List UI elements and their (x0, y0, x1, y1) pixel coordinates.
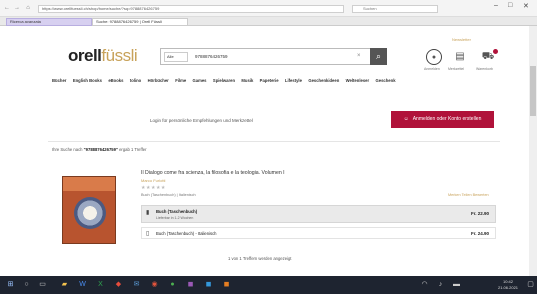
offer-type: Buch (Taschenbuch) (156, 209, 198, 214)
scrollbar-thumb[interactable] (530, 66, 536, 116)
app-icon[interactable]: ◼ (204, 280, 213, 289)
rating-stars: ★★★★★ (141, 185, 166, 191)
scrollbar[interactable] (529, 26, 537, 276)
home-icon[interactable]: ⌂ (24, 4, 32, 12)
nav-item[interactable]: Papeterie (260, 78, 279, 83)
browser-search-field[interactable]: Suchen (352, 5, 438, 13)
nav-item[interactable]: Weltenleser (346, 78, 369, 83)
nav-item[interactable]: Lifestyle (285, 78, 302, 83)
results-summary: Ihre Suche nach "9788876426759" ergab 1 … (52, 147, 147, 152)
newsletter-link[interactable]: Newsletter (452, 37, 471, 42)
offer-price: Fr. 22.90 (470, 211, 489, 216)
forward-arrow-icon[interactable]: → (13, 4, 21, 12)
folder-icon[interactable]: ▰ (60, 280, 69, 289)
account-label[interactable]: Anmelden (424, 67, 440, 71)
search-icon[interactable]: ○ (22, 280, 31, 289)
mail-icon[interactable]: ✉ (132, 280, 141, 289)
taskbar: ⊞ ○ ▭ ▰ W X ◆ ✉ ◉ ● ◼ ◼ ◼ ◠ ♪ ▬ 10:42 21… (0, 276, 537, 294)
excel-icon[interactable]: X (96, 280, 105, 289)
book-icon: ▮ (146, 210, 150, 216)
cart-label[interactable]: Warenkorb (476, 67, 493, 71)
account-icon[interactable]: ● (426, 49, 442, 65)
nav-item[interactable]: tolino (130, 78, 141, 83)
search-button[interactable]: ⌕ (370, 48, 387, 65)
tab-bar: Ricerca avanzata Suche: 9788876426759 | … (0, 17, 537, 26)
app-icon[interactable]: ◼ (222, 280, 231, 289)
item-actions[interactable]: Merken Teilen Bewerten (448, 193, 489, 197)
offer-row[interactable]: ▮ Buch (Taschenbuch) Lieferbar in 1-2 Wo… (141, 205, 496, 223)
results-count: 1 von 1 Treffern werden angezeigt (228, 256, 292, 261)
chrome-icon[interactable]: ● (168, 280, 177, 289)
book-icon: ▯ (146, 231, 150, 237)
book-cover[interactable] (62, 176, 116, 244)
volume-icon[interactable]: ♪ (436, 280, 445, 289)
divider (48, 141, 500, 142)
site-logo[interactable]: orellfüssli (68, 46, 138, 66)
nav-item[interactable]: eBooks (108, 78, 123, 83)
nav-item[interactable]: Spielwaren (213, 78, 235, 83)
search-input[interactable]: 9788876426759 (195, 54, 228, 59)
offer-type: Buch (Taschenbuch) - Italienisch (156, 231, 217, 236)
main-navigation: Bücher English Books eBooks tolino Hörbü… (52, 78, 492, 86)
book-author[interactable]: Marco Furlotti (141, 178, 165, 183)
nav-item[interactable]: Filme (175, 78, 186, 83)
clock[interactable]: 10:42 21.06.2021 (498, 279, 518, 291)
nav-item[interactable]: English Books (73, 78, 102, 83)
minimize-icon[interactable]: – (494, 2, 498, 9)
word-icon[interactable]: W (78, 280, 87, 289)
user-icon: ☺ (403, 116, 409, 122)
category-select[interactable]: Alle (164, 52, 188, 62)
clear-icon[interactable]: × (357, 53, 361, 59)
tab-orell-fuessli[interactable]: Suche: 9788876426759 | Orell Füssli (92, 18, 188, 26)
battery-icon[interactable]: ▬ (452, 280, 461, 289)
pdf-icon[interactable]: ◆ (114, 280, 123, 289)
task-view-icon[interactable]: ▭ (38, 280, 47, 289)
nav-item[interactable]: Geschenkideen (308, 78, 339, 83)
site-search-bar: Alle 9788876426759 × (160, 48, 378, 65)
offer-price: Fr. 24.90 (470, 231, 489, 236)
start-icon[interactable]: ⊞ (6, 280, 15, 289)
wishlist-icon[interactable]: ▤ (452, 49, 468, 65)
nav-item[interactable]: Geschenk (376, 78, 396, 83)
cart-badge (493, 49, 498, 54)
tab-ricerca[interactable]: Ricerca avanzata (6, 18, 92, 26)
book-title[interactable]: Il Dialogo come fra scienza, la filosofi… (141, 170, 285, 176)
book-format: Buch (Taschenbuch) | Italienisch (141, 193, 196, 197)
address-bar[interactable]: https://www.orellfuessli.ch/shop/home/su… (38, 5, 344, 13)
availability-note: Lieferbar in 1-2 Wochen (156, 216, 194, 220)
maximize-icon[interactable]: □ (508, 2, 512, 9)
offer-row[interactable]: ▯ Buch (Taschenbuch) - Italienisch Fr. 2… (141, 227, 496, 239)
nav-item[interactable]: Hörbücher (148, 78, 169, 83)
close-icon[interactable]: ✕ (523, 2, 529, 10)
app-icon[interactable]: ◼ (186, 280, 195, 289)
back-arrow-icon[interactable]: ← (3, 4, 11, 12)
notification-icon[interactable]: ▢ (526, 280, 535, 289)
nav-item[interactable]: Musik (241, 78, 253, 83)
wishlist-label[interactable]: Merkzettel (448, 67, 464, 71)
nav-item[interactable]: Games (193, 78, 207, 83)
nav-item[interactable]: Bücher (52, 78, 66, 83)
search-icon: ⌕ (375, 51, 382, 61)
network-icon[interactable]: ◠ (420, 280, 429, 289)
login-hint: Login für persönliche Empfehlungen und M… (150, 118, 253, 123)
browser-icon[interactable]: ◉ (150, 280, 159, 289)
login-button[interactable]: ☺ Anmelden oder Konto erstellen (391, 111, 494, 128)
browser-toolbar: ← → ⌂ https://www.orellfuessli.ch/shop/h… (0, 0, 537, 17)
